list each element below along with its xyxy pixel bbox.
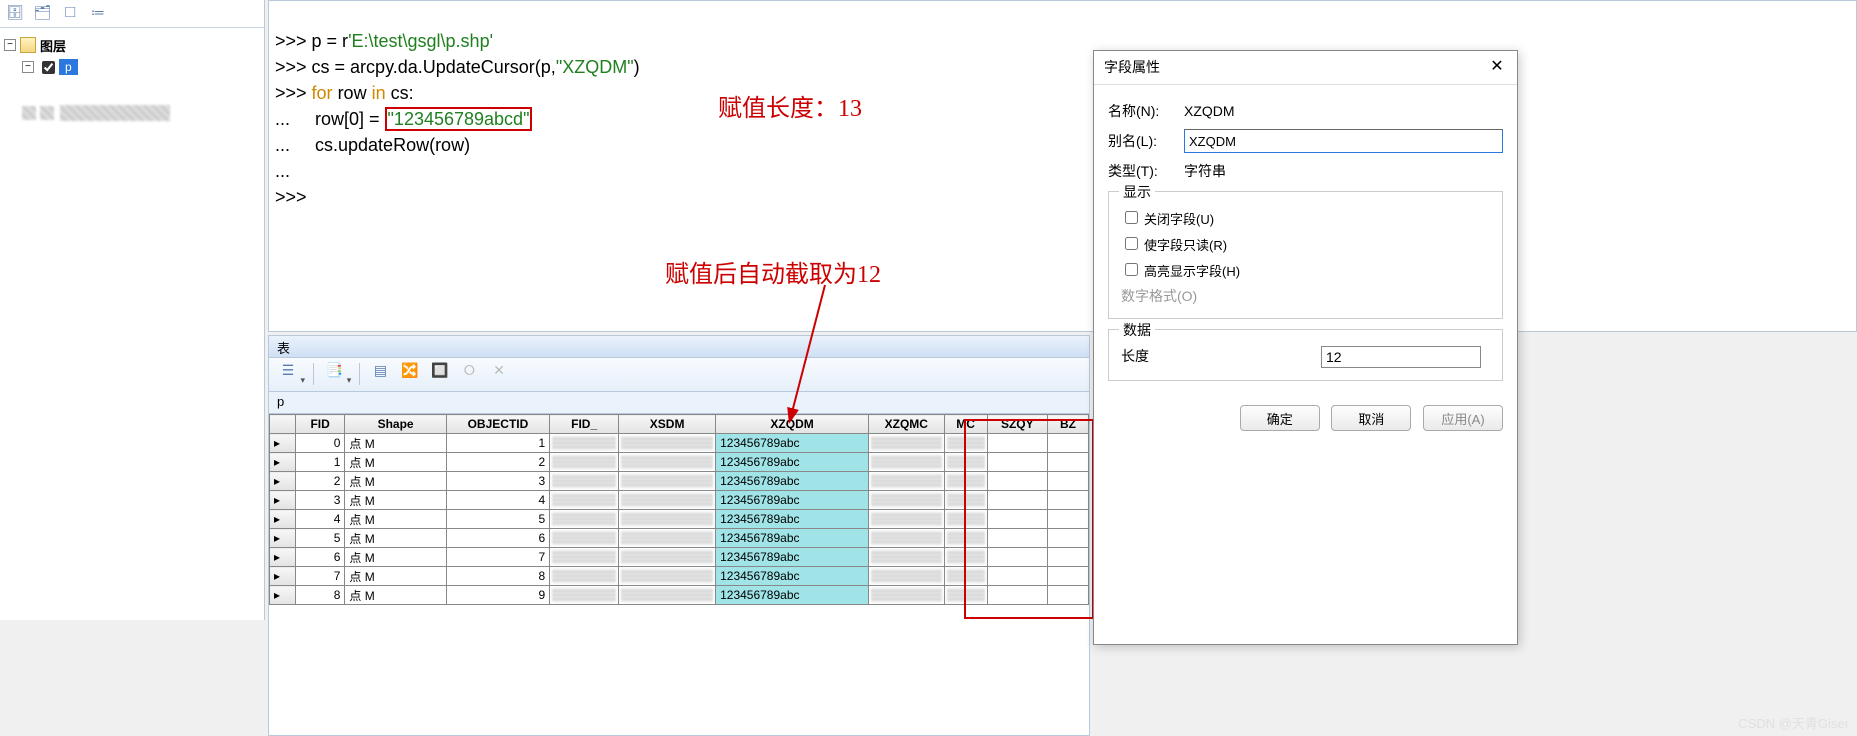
table-row[interactable]: ▸3点 M4123456789abc: [270, 491, 1089, 510]
xzqdm-cell[interactable]: 123456789abc: [716, 453, 869, 472]
grid[interactable]: FIDShapeOBJECTIDFID_XSDMXZQDMXZQMCMCSZQY…: [269, 414, 1089, 605]
length-input[interactable]: [1321, 346, 1481, 368]
layers-panel: 🗄 🗂 🞎 ≔ −图层 −p: [0, 0, 265, 620]
delete-icon[interactable]: ✕: [488, 362, 510, 386]
highlight-icon[interactable]: ⭘: [458, 362, 480, 386]
type-value: 字符串: [1184, 161, 1226, 181]
col-Shape[interactable]: Shape: [345, 415, 446, 434]
table-title: 表: [269, 336, 1089, 358]
col-XZQMC[interactable]: XZQMC: [869, 415, 944, 434]
group-data: 数据 长度: [1108, 329, 1503, 381]
group-display: 显示 关闭字段(U) 使字段只读(R) 高亮显示字段(H) 数字格式(O): [1108, 191, 1503, 319]
table-row[interactable]: ▸8点 M9123456789abc: [270, 586, 1089, 605]
alias-label: 别名(L):: [1108, 131, 1184, 151]
table-row[interactable]: ▸7点 M8123456789abc: [270, 567, 1089, 586]
xzqdm-cell[interactable]: 123456789abc: [716, 529, 869, 548]
col-MC[interactable]: MC: [944, 415, 987, 434]
alias-input[interactable]: [1184, 129, 1503, 153]
related-icon[interactable]: 📑: [323, 362, 345, 386]
ok-button[interactable]: 确定: [1240, 405, 1320, 431]
type-label: 类型(T):: [1108, 161, 1184, 181]
col-rowhead[interactable]: [270, 415, 296, 434]
xzqdm-cell[interactable]: 123456789abc: [716, 567, 869, 586]
annotation-auto-trunc: 赋值后自动截取为12: [665, 254, 881, 289]
field-properties-dialog: 字段属性 ✕ 名称(N):XZQDM 别名(L): 类型(T):字符串 显示 关…: [1093, 50, 1518, 645]
select-icon[interactable]: ▤: [370, 362, 392, 386]
table-tab[interactable]: p: [269, 392, 1089, 414]
zoom-icon[interactable]: 🔲: [429, 362, 451, 386]
switch-icon[interactable]: 🔀: [399, 362, 421, 386]
table-toolbar: ☰ 📑 ▤ 🔀 🔲 ⭘ ✕: [269, 358, 1089, 392]
col-SZQY[interactable]: SZQY: [987, 415, 1047, 434]
layers-toolbar: 🗄 🗂 🞎 ≔: [0, 0, 264, 28]
layer-label[interactable]: p: [59, 59, 78, 75]
tree-root-label: 图层: [40, 36, 66, 55]
table-row[interactable]: ▸5点 M6123456789abc: [270, 529, 1089, 548]
xzqdm-cell[interactable]: 123456789abc: [716, 510, 869, 529]
xzqdm-cell[interactable]: 123456789abc: [716, 434, 869, 453]
menu-icon[interactable]: ☰: [277, 362, 299, 386]
col-OBJECTID[interactable]: OBJECTID: [446, 415, 549, 434]
apply-button[interactable]: 应用(A): [1423, 405, 1503, 431]
toolbar-icon[interactable]: ≔: [89, 4, 107, 22]
toolbar-icon[interactable]: 🞎: [61, 4, 79, 22]
dialog-title: 字段属性: [1104, 59, 1160, 75]
col-FID_[interactable]: FID_: [550, 415, 619, 434]
toolbar-icon[interactable]: 🗂: [34, 4, 52, 22]
number-format-label: 数字格式(O): [1121, 286, 1490, 306]
layer-visible-checkbox[interactable]: [42, 61, 55, 74]
table-row[interactable]: ▸0点 M1123456789abc: [270, 434, 1089, 453]
table-row[interactable]: ▸4点 M5123456789abc: [270, 510, 1089, 529]
cancel-button[interactable]: 取消: [1331, 405, 1411, 431]
xzqdm-cell[interactable]: 123456789abc: [716, 472, 869, 491]
layers-icon: [20, 37, 36, 53]
table-row[interactable]: ▸1点 M2123456789abc: [270, 453, 1089, 472]
close-field-checkbox[interactable]: [1125, 211, 1138, 224]
watermark: CSDN @天青Giser: [1738, 713, 1849, 732]
col-BZ[interactable]: BZ: [1047, 415, 1088, 434]
toolbar-icon[interactable]: 🗄: [6, 4, 24, 22]
readonly-checkbox[interactable]: [1125, 237, 1138, 250]
col-FID[interactable]: FID: [295, 415, 345, 434]
python-console[interactable]: >>> p = r'E:\test\gsgl\p.shp' >>> cs = a…: [268, 0, 1857, 332]
name-label: 名称(N):: [1108, 101, 1184, 121]
table-row[interactable]: ▸6点 M7123456789abc: [270, 548, 1089, 567]
expand-icon[interactable]: −: [22, 61, 34, 73]
layer-tree[interactable]: −图层 −p: [0, 28, 264, 130]
expand-icon[interactable]: −: [4, 39, 16, 51]
attribute-table: 表 ☰ 📑 ▤ 🔀 🔲 ⭘ ✕ p FIDShapeOBJECTIDFID_XS…: [268, 335, 1090, 736]
close-icon[interactable]: ✕: [1485, 55, 1509, 79]
highlight-checkbox[interactable]: [1125, 263, 1138, 276]
literal-highlight: "123456789abcd": [385, 107, 533, 131]
length-label: 长度: [1121, 346, 1321, 368]
xzqdm-cell[interactable]: 123456789abc: [716, 548, 869, 567]
name-value: XZQDM: [1184, 103, 1235, 119]
annotation-assign-len: 赋值长度：13: [718, 88, 862, 123]
table-row[interactable]: ▸2点 M3123456789abc: [270, 472, 1089, 491]
col-XSDM[interactable]: XSDM: [619, 415, 716, 434]
arrow-icon: [780, 280, 840, 430]
xzqdm-cell[interactable]: 123456789abc: [716, 586, 869, 605]
xzqdm-cell[interactable]: 123456789abc: [716, 491, 869, 510]
